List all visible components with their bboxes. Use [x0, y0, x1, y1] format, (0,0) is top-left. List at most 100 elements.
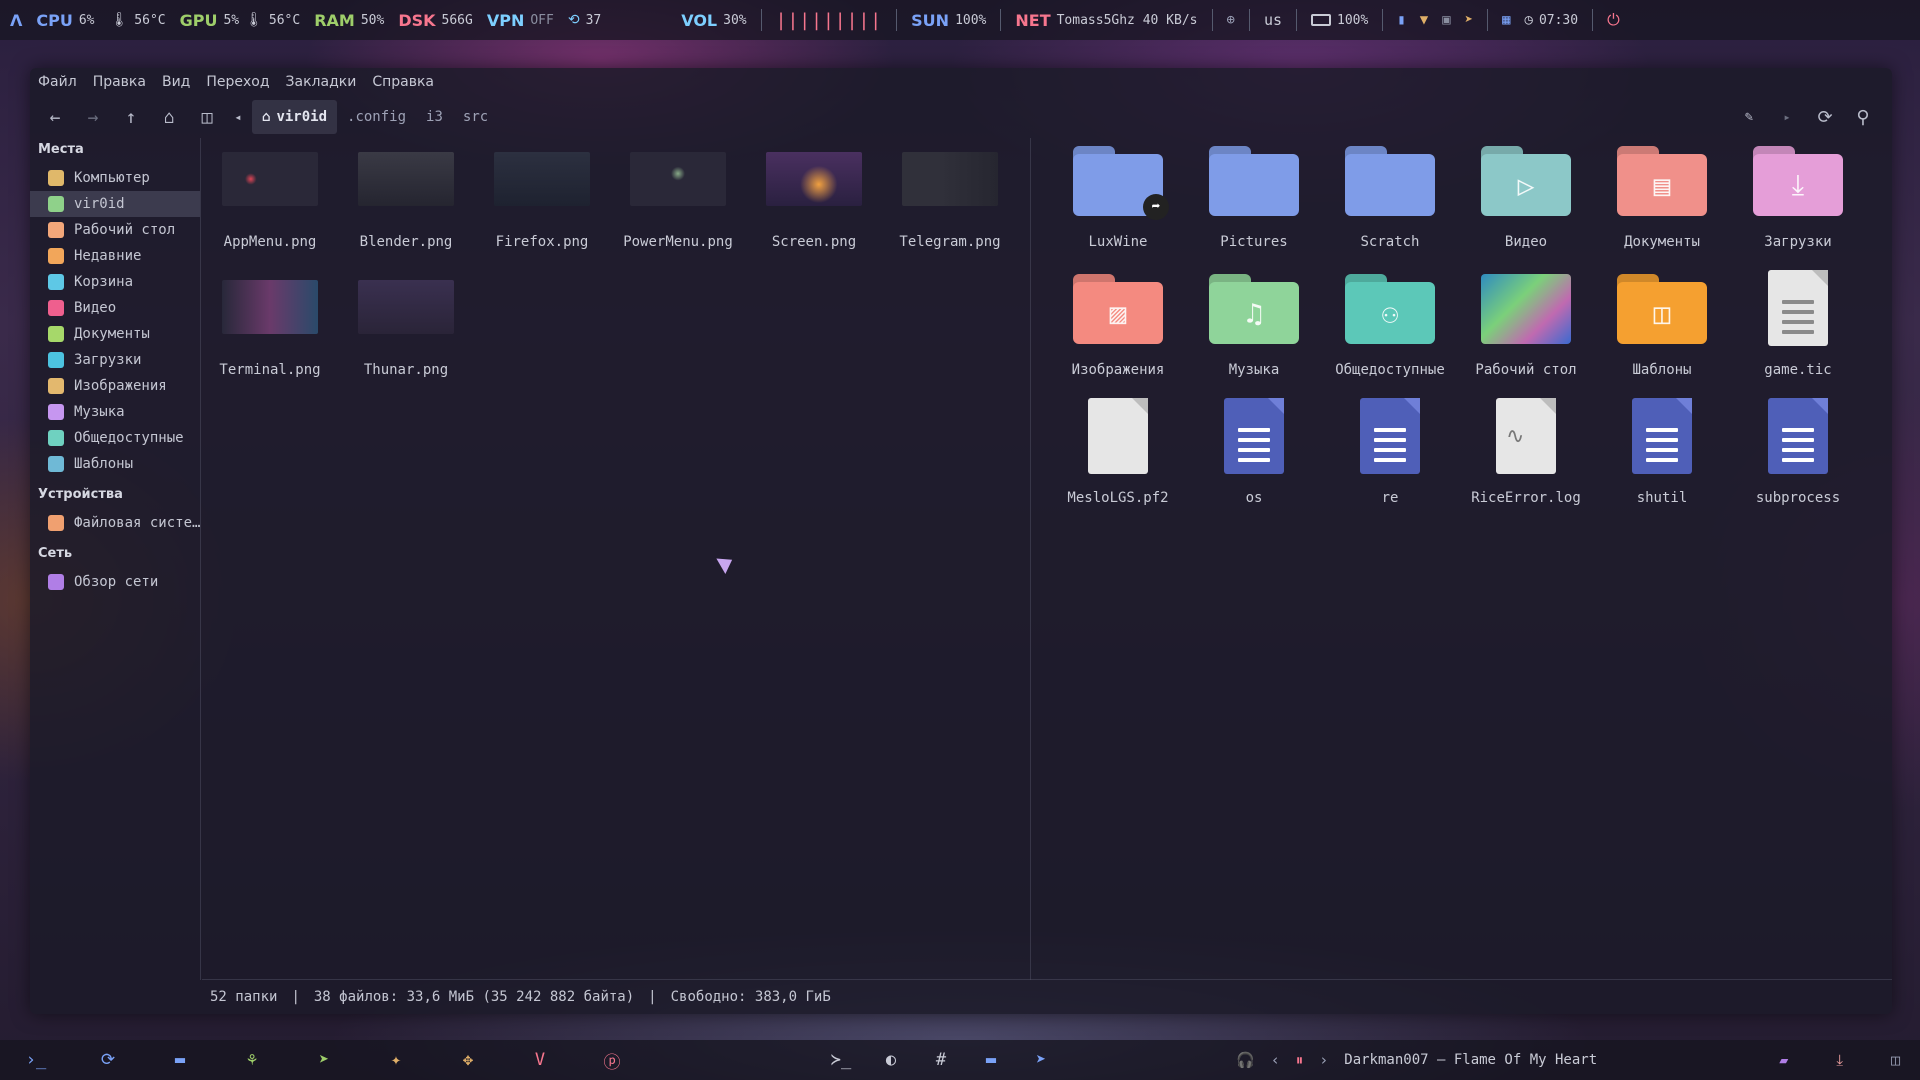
pause-icon[interactable]: ⏸	[1296, 1051, 1304, 1069]
search-icon[interactable]: ⚲	[1846, 100, 1880, 134]
file-tile[interactable]: re	[1322, 394, 1458, 512]
file-tile[interactable]: Scratch	[1322, 138, 1458, 256]
prev-track-icon[interactable]: ‹	[1271, 1051, 1280, 1069]
file-tile[interactable]: ▤ Документы	[1594, 138, 1730, 256]
sidebar-item[interactable]: Изображения	[30, 373, 200, 399]
forward-icon[interactable]: →	[76, 100, 110, 134]
menu-item[interactable]: Вид	[162, 74, 190, 90]
divider	[1000, 9, 1002, 31]
launcher-logo[interactable]: Λ	[10, 11, 22, 30]
file-tile[interactable]: ▨ Изображения	[1050, 266, 1186, 384]
file-tile[interactable]: ▷ Видео	[1458, 138, 1594, 256]
sidebar-item[interactable]: Документы	[30, 321, 200, 347]
python-icon[interactable]: ⚘	[216, 1040, 288, 1080]
split-view-icon[interactable]: ◫	[190, 100, 224, 134]
menu-item[interactable]: Справка	[372, 74, 434, 90]
file-tile[interactable]: ⚇ Общедоступные	[1322, 266, 1458, 384]
refresh-icon[interactable]: ⟳	[72, 1040, 144, 1080]
telegram-icon[interactable]: ➤	[1016, 1040, 1066, 1080]
bird-icon[interactable]: ✦	[360, 1040, 432, 1080]
telegram-icon[interactable]: ➤	[288, 1040, 360, 1080]
file-tile[interactable]: AppMenu.png	[202, 138, 338, 256]
sidebar-item[interactable]: Загрузки	[30, 347, 200, 373]
notes-icon[interactable]: ▰	[1779, 1051, 1788, 1069]
vim-icon[interactable]: V	[504, 1040, 576, 1080]
back-icon[interactable]: ←	[38, 100, 72, 134]
power-icon[interactable]: ⏻	[1607, 10, 1620, 30]
keyboard-layout[interactable]: us	[1264, 11, 1282, 29]
file-tile[interactable]: Firefox.png	[474, 138, 610, 256]
file-tile[interactable]: ∿ RiceError.log	[1458, 394, 1594, 512]
documents-icon	[48, 326, 64, 342]
file-tile[interactable]: Pictures	[1186, 138, 1322, 256]
next-track-icon[interactable]: ›	[1319, 1051, 1328, 1069]
folder-icon[interactable]: ▬	[144, 1040, 216, 1080]
telegram-tray-icon[interactable]: ➤	[1465, 12, 1473, 28]
file-tile[interactable]: subprocess	[1730, 394, 1866, 512]
up-icon[interactable]: ↑	[114, 100, 148, 134]
globe-icon[interactable]: ⊕	[1227, 12, 1235, 28]
file-tile[interactable]: Thunar.png	[338, 266, 474, 384]
file-tile[interactable]: Screen.png	[746, 138, 882, 256]
sidebar-item[interactable]: Компьютер	[30, 165, 200, 191]
phone-icon[interactable]: ▮	[1397, 12, 1405, 28]
reload-icon[interactable]: ⟳	[1808, 100, 1842, 134]
menu-item[interactable]: Файл	[38, 74, 77, 90]
brightness-widget[interactable]: SUN 100%	[911, 11, 986, 30]
folder-icon[interactable]: ▬	[966, 1040, 1016, 1080]
clock-widget[interactable]: ▦ ◷ 07:30	[1502, 12, 1578, 28]
edit-path-icon[interactable]: ✎	[1732, 100, 1766, 134]
file-name: MesloLGS.pf2	[1067, 490, 1169, 506]
left-file-pane[interactable]: AppMenu.png Blender.png Firefox.png PowerMe…	[202, 138, 1031, 980]
file-tile[interactable]: Terminal.png	[202, 266, 338, 384]
layout-icon[interactable]: ◫	[1891, 1051, 1900, 1069]
calendar-icon[interactable]: ▦	[1502, 12, 1510, 28]
terminal-icon[interactable]: ›_	[0, 1040, 72, 1080]
sidebar-item[interactable]: Общедоступные	[30, 425, 200, 451]
updates-widget[interactable]: ⟲ 37	[568, 12, 601, 28]
screenshot-icon[interactable]: ▣	[1442, 12, 1450, 28]
file-tile[interactable]: game.tic	[1730, 266, 1866, 384]
sidebar-item[interactable]: Видео	[30, 295, 200, 321]
file-tile[interactable]: shutil	[1594, 394, 1730, 512]
breadcrumb-left-icon[interactable]: ◂	[228, 100, 248, 134]
network-widget[interactable]: NET Tomass5Ghz 40 KB/s	[1015, 11, 1197, 30]
sidebar-item[interactable]: vir0id	[30, 191, 200, 217]
file-tile[interactable]: os	[1186, 394, 1322, 512]
sidebar-item[interactable]: Шаблоны	[30, 451, 200, 477]
terminal-prompt-icon[interactable]: ≻_	[816, 1040, 866, 1080]
menu-item[interactable]: Правка	[93, 74, 146, 90]
download-icon[interactable]: ⤓	[1836, 1051, 1843, 1069]
breadcrumb-right-icon[interactable]: ▸	[1770, 100, 1804, 134]
game-icon[interactable]: ✥	[432, 1040, 504, 1080]
file-tile[interactable]: MesloLGS.pf2	[1050, 394, 1186, 512]
file-tile[interactable]: Рабочий стол	[1458, 266, 1594, 384]
sidebar-item[interactable]: Музыка	[30, 399, 200, 425]
file-tile[interactable]: PowerMenu.png	[610, 138, 746, 256]
file-tile[interactable]: Blender.png	[338, 138, 474, 256]
breadcrumb-item[interactable]: i3	[416, 100, 453, 134]
file-tile[interactable]: ◫ Шаблоны	[1594, 266, 1730, 384]
file-tile[interactable]: ⤓ Загрузки	[1730, 138, 1866, 256]
right-file-pane[interactable]: ➦ LuxWine Pictures Scratch ▷ Видео ▤ Документы ⤓…	[1032, 138, 1892, 980]
breadcrumb-item[interactable]: .config	[337, 100, 416, 134]
menu-item[interactable]: Закладки	[286, 74, 357, 90]
volume-widget[interactable]: VOL 30%	[681, 11, 746, 30]
breadcrumb-item[interactable]: src	[453, 100, 498, 134]
pinterest-icon[interactable]: ⓟ	[576, 1040, 648, 1080]
vpn-widget[interactable]: VPN OFF	[487, 11, 554, 30]
sidebar-item[interactable]: Недавние	[30, 243, 200, 269]
sidebar-item[interactable]: Файловая систе…	[30, 510, 200, 536]
menu-item[interactable]: Переход	[206, 74, 269, 90]
browser-icon[interactable]: ◐	[866, 1040, 916, 1080]
sidebar-item[interactable]: Обзор сети	[30, 569, 200, 595]
file-tile[interactable]: ♫ Музыка	[1186, 266, 1322, 384]
wifi-icon[interactable]: ▼	[1420, 12, 1428, 28]
sidebar-item[interactable]: Корзина	[30, 269, 200, 295]
home-icon[interactable]: ⌂	[152, 100, 186, 134]
sidebar-item[interactable]: Рабочий стол	[30, 217, 200, 243]
file-tile[interactable]: Telegram.png	[882, 138, 1018, 256]
file-tile[interactable]: ➦ LuxWine	[1050, 138, 1186, 256]
breadcrumb-item[interactable]: ⌂ vir0id	[252, 100, 338, 134]
hash-icon[interactable]: #	[916, 1040, 966, 1080]
